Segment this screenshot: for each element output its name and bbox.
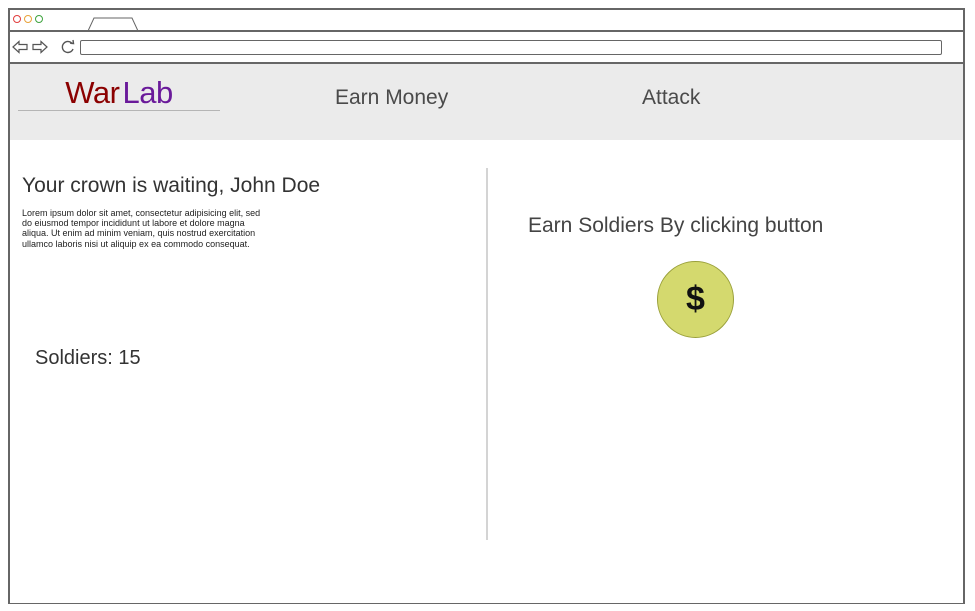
welcome-heading: Your crown is waiting, John Doe	[22, 174, 321, 197]
logo-lab-text: Lab	[122, 75, 173, 110]
description-text: Lorem ipsum dolor sit amet, consectetur …	[22, 208, 261, 249]
logo-war-text: War	[65, 75, 120, 110]
maximize-window-icon[interactable]	[35, 15, 43, 23]
close-window-icon[interactable]	[13, 15, 21, 23]
site-header: WarLab Earn Money Attack	[10, 64, 963, 140]
reload-icon[interactable]	[60, 39, 76, 55]
soldiers-count: Soldiers: 15	[35, 347, 141, 369]
browser-window: WarLab Earn Money Attack Your crown is w…	[8, 8, 965, 604]
nav-earn-money-link[interactable]: Earn Money	[335, 86, 448, 110]
back-arrow-icon[interactable]	[12, 40, 28, 54]
warlab-logo[interactable]: WarLab	[18, 76, 220, 111]
browser-title-bar	[10, 10, 963, 32]
earn-dollar-button[interactable]: $	[657, 261, 734, 338]
column-divider	[486, 168, 488, 540]
browser-tab[interactable]	[88, 17, 138, 31]
forward-arrow-icon[interactable]	[32, 40, 48, 54]
browser-address-bar	[10, 32, 963, 64]
earn-soldiers-caption: Earn Soldiers By clicking button	[528, 214, 824, 237]
url-input[interactable]	[80, 40, 942, 55]
nav-attack-link[interactable]: Attack	[642, 86, 700, 110]
minimize-window-icon[interactable]	[24, 15, 32, 23]
